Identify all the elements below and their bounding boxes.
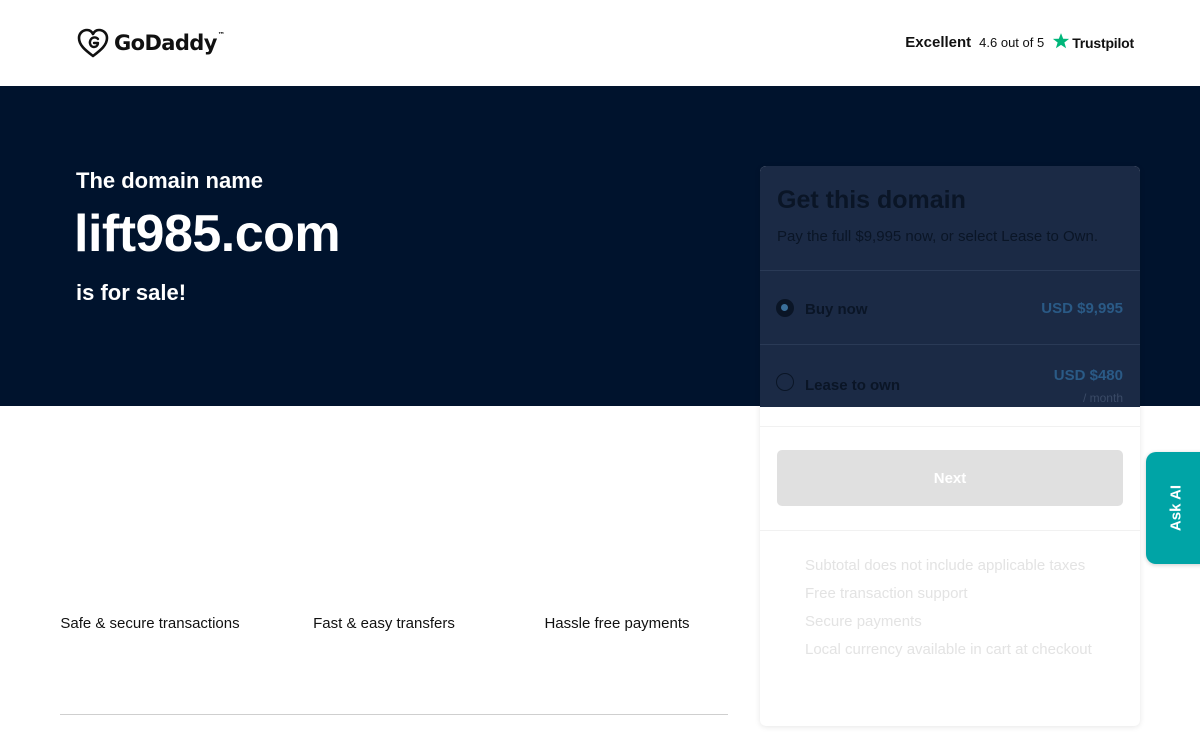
features-row: Safe & secure transactions Fast & easy t… — [60, 612, 728, 672]
godaddy-heart-icon — [77, 28, 109, 58]
domain-name: lift985.com — [74, 205, 341, 263]
feature-hassle-free: Hassle free payments — [544, 615, 690, 632]
logo-wordmark: GoDaddy™ — [114, 31, 225, 55]
godaddy-logo[interactable]: GoDaddy™ — [77, 28, 225, 58]
buy-now-price: USD $9,995 — [1041, 300, 1123, 317]
trustpilot-star-icon — [1052, 32, 1070, 53]
lease-price: USD $480 — [1053, 367, 1123, 384]
hero-subtitle: is for sale! — [76, 280, 187, 305]
lease-unit: / month — [1082, 391, 1123, 405]
ask-ai-button[interactable]: Ask AI — [1146, 452, 1200, 564]
note-taxes: Subtotal does not include applicable tax… — [805, 557, 1086, 574]
rating-score: 4.6 out of 5 — [979, 35, 1045, 50]
ask-ai-label: Ask AI — [1167, 484, 1185, 532]
rating-label: Excellent — [905, 34, 972, 51]
card-divider — [760, 530, 1140, 531]
purchase-card: Get this domain Pay the full $9,995 now,… — [760, 166, 1140, 726]
card-title: Get this domain — [777, 186, 966, 214]
card-subtitle: Pay the full $9,995 now, or select Lease… — [777, 228, 1099, 245]
feature-safe-secure: Safe & secure transactions — [60, 615, 240, 632]
note-support: Free transaction support — [805, 585, 968, 602]
note-currency: Local currency available in cart at chec… — [805, 641, 1092, 658]
buy-now-radio[interactable] — [776, 299, 794, 317]
next-button[interactable]: Next — [777, 450, 1123, 506]
option-buy-now[interactable]: Buy now USD $9,995 — [760, 270, 1140, 345]
feature-fast-transfers: Fast & easy transfers — [313, 615, 455, 632]
buy-now-label: Buy now — [805, 301, 868, 318]
section-divider — [60, 714, 728, 715]
note-payments: Secure payments — [805, 613, 922, 630]
lease-label: Lease to own — [805, 377, 901, 394]
site-header: GoDaddy™ Excellent 4.6 out of 5 Trustpil… — [0, 0, 1200, 86]
card-header: Get this domain Pay the full $9,995 now,… — [760, 166, 1140, 270]
option-lease-to-own[interactable]: Lease to own USD $480 / month — [760, 344, 1140, 407]
lease-radio[interactable] — [776, 373, 794, 391]
card-divider — [760, 426, 1140, 427]
hero-pretitle: The domain name — [76, 168, 264, 193]
trustpilot-rating[interactable]: Excellent 4.6 out of 5 Trustpilot — [905, 32, 1134, 53]
trustpilot-label: Trustpilot — [1072, 34, 1134, 51]
card-notes: Subtotal does not include applicable tax… — [805, 552, 1092, 664]
